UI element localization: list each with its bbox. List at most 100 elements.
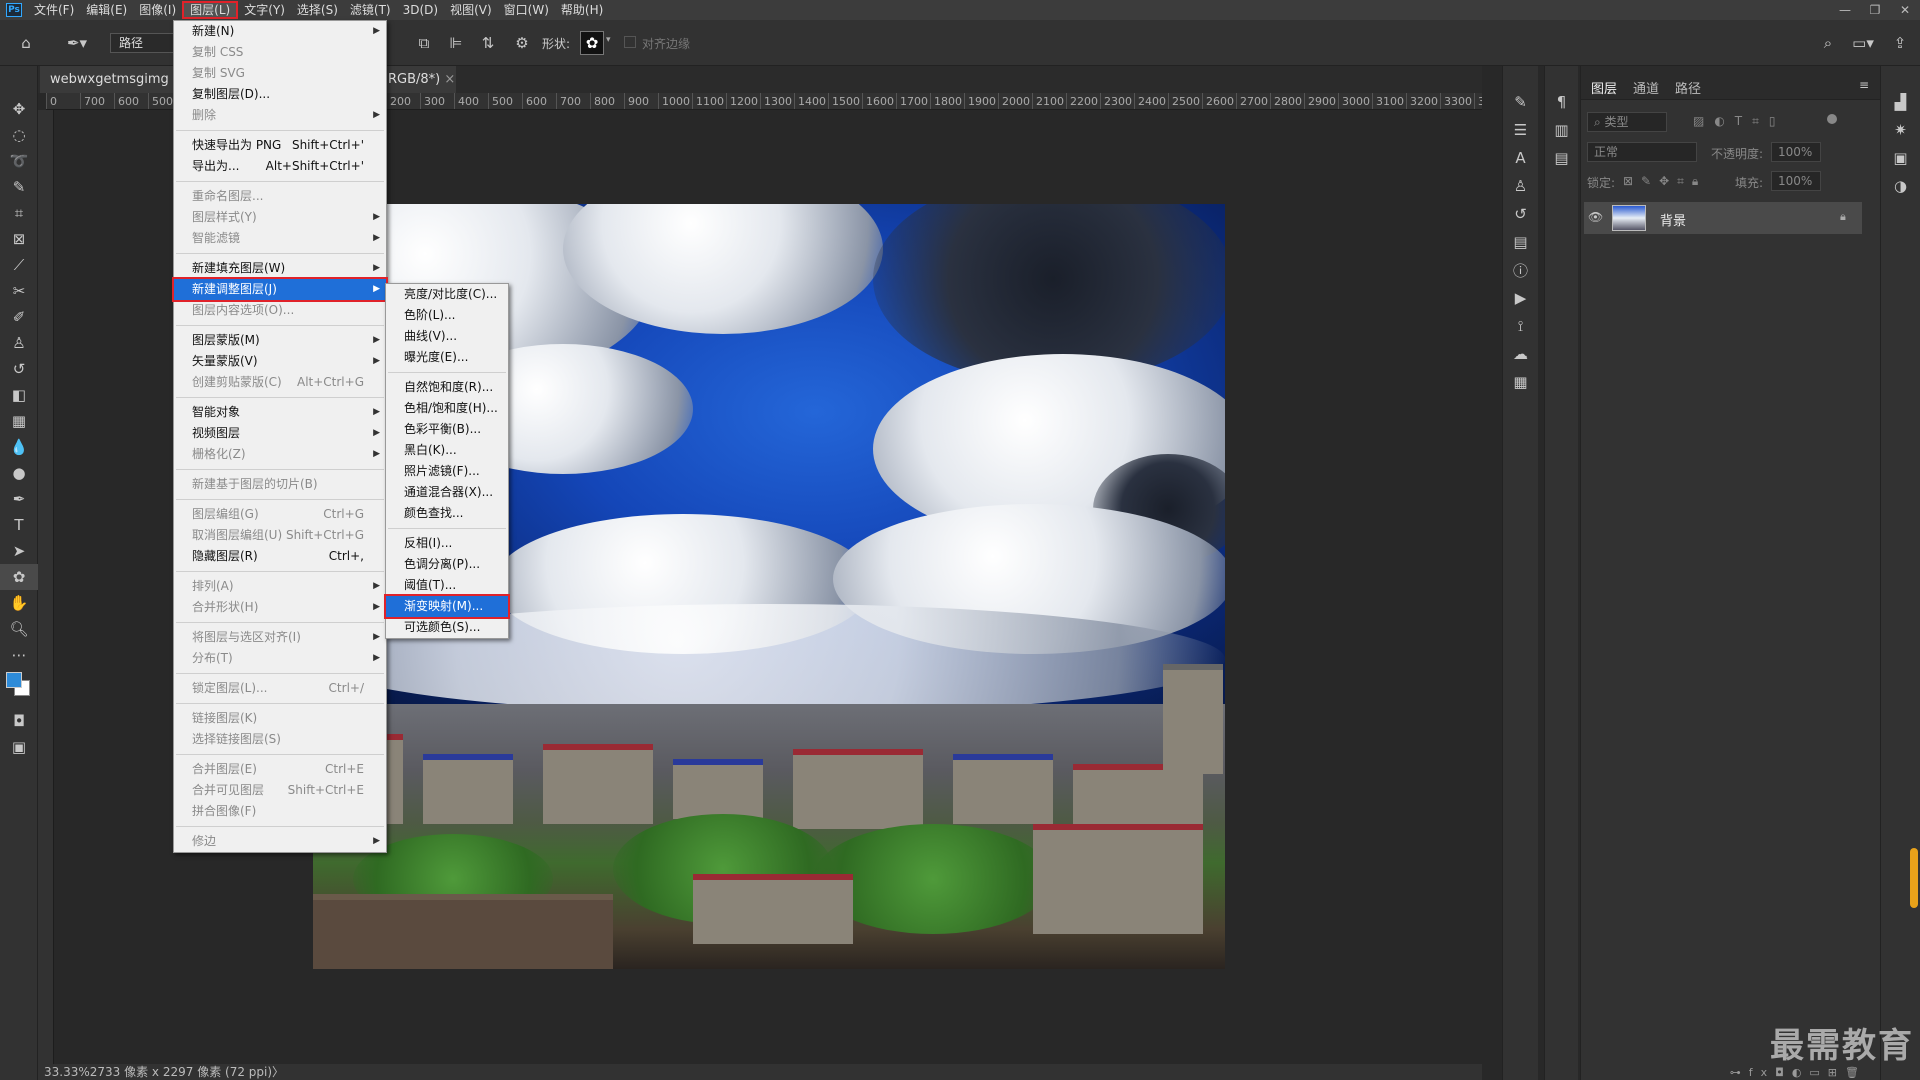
layer_menu-item[interactable]: 栅格化(Z) ▶ xyxy=(174,444,386,465)
menu-8[interactable]: 视图(V) xyxy=(444,1,498,19)
restore-button[interactable]: ❐ xyxy=(1860,0,1890,20)
layer_menu-item[interactable]: 分布(T) ▶ xyxy=(174,648,386,669)
adjust_submenu-item[interactable]: 阈值(T)... xyxy=(386,575,508,596)
quick-select-tool-icon[interactable]: ✎ xyxy=(0,174,38,200)
character-icon[interactable]: A xyxy=(1503,144,1538,172)
brush-tool-icon[interactable]: ✐ xyxy=(0,304,38,330)
color-swatches[interactable] xyxy=(0,668,37,708)
layer_menu-item[interactable]: 图层编组(G) Ctrl+G xyxy=(174,504,386,525)
layer_menu-item[interactable]: 将图层与选区对齐(I) ▶ xyxy=(174,627,386,648)
layer_menu-item[interactable]: 合并可见图层 Shift+Ctrl+E xyxy=(174,780,386,801)
crop-tool-icon[interactable]: ⌗ xyxy=(0,200,38,226)
layer_menu-item[interactable]: 选择链接图层(S) xyxy=(174,729,386,750)
adjust_submenu-item[interactable]: 反相(I)... xyxy=(386,533,508,554)
actions-icon[interactable]: ▶ xyxy=(1503,284,1538,312)
history-icon[interactable]: ↺ xyxy=(1503,200,1538,228)
panel-menu-icon[interactable]: ≡ xyxy=(1859,78,1869,92)
adjust_submenu-item[interactable]: 曲线(V)... xyxy=(386,326,508,347)
layer_menu-item[interactable]: 锁定图层(L)... Ctrl+/ xyxy=(174,678,386,699)
eyedropper-tool-icon[interactable]: ⟋ xyxy=(0,252,38,278)
workspace-icon[interactable]: ▭▾ xyxy=(1848,32,1878,54)
screen-mode-icon[interactable]: ▣ xyxy=(0,734,38,760)
filter-type-icons[interactable]: ▨◐T⌗▯ xyxy=(1693,114,1786,129)
menu-5[interactable]: 选择(S) xyxy=(291,1,344,19)
layer_menu-item[interactable]: 智能对象 ▶ xyxy=(174,402,386,423)
hand-tool-icon[interactable]: ✋ xyxy=(0,590,38,616)
adjust_submenu-item[interactable]: 色相/饱和度(H)... xyxy=(386,398,508,419)
layer-actions[interactable]: ⊶fx◘◐▭⊞🗑︎ xyxy=(1581,1066,1881,1080)
table-icon[interactable]: ▦ xyxy=(1503,368,1538,396)
tab-paths[interactable]: 路径 xyxy=(1675,78,1701,97)
zoom-tool-icon[interactable]: 🔍︎ xyxy=(0,616,38,642)
marquee-tool-icon[interactable]: ◌ xyxy=(0,122,38,148)
blur-tool-icon[interactable]: 💧 xyxy=(0,434,38,460)
layer_menu-item[interactable]: 图层蒙版(M) ▶ xyxy=(174,330,386,351)
layer_menu-item[interactable]: 新建基于图层的切片(B) xyxy=(174,474,386,495)
info-icon[interactable]: ⓘ xyxy=(1503,256,1538,284)
opacity-input[interactable]: 100% xyxy=(1771,142,1821,162)
adjust_submenu-item[interactable]: 照片滤镜(F)... xyxy=(386,461,508,482)
eye-icon[interactable]: 👁︎ xyxy=(1588,210,1603,224)
fill-input[interactable]: 100% xyxy=(1771,171,1821,191)
lasso-tool-icon[interactable]: ➰ xyxy=(0,148,38,174)
frame-tool-icon[interactable]: ⊠ xyxy=(0,226,38,252)
adjust_submenu-item[interactable]: 色彩平衡(B)... xyxy=(386,419,508,440)
menu-10[interactable]: 帮助(H) xyxy=(555,1,609,19)
eraser-tool-icon[interactable]: ◧ xyxy=(0,382,38,408)
layer_menu-item[interactable]: 新建填充图层(W) ▶ xyxy=(174,258,386,279)
adjust_submenu-item[interactable]: 渐变映射(M)... xyxy=(384,594,510,619)
notes-icon[interactable]: ▤ xyxy=(1545,144,1578,172)
filter-toggle-icon[interactable] xyxy=(1827,114,1837,124)
layer_menu-item[interactable]: 复制图层(D)... xyxy=(174,84,386,105)
adjust_submenu-item[interactable]: 可选颜色(S)... xyxy=(386,617,508,638)
dodge-tool-icon[interactable]: ● xyxy=(0,460,38,486)
pen-tool-icon[interactable]: ✒ xyxy=(0,486,38,512)
pen-tool-preset-icon[interactable]: ✒▾ xyxy=(60,32,94,54)
layer_menu-item[interactable]: 矢量蒙版(V) ▶ xyxy=(174,351,386,372)
path-mode-select[interactable]: 路径 xyxy=(110,33,180,53)
layer_menu-item[interactable]: 修边 ▶ xyxy=(174,831,386,852)
layer_menu-item[interactable]: 链接图层(K) xyxy=(174,708,386,729)
gear-icon[interactable]: ⚙ xyxy=(512,32,532,54)
gradient-tool-icon[interactable]: ▦ xyxy=(0,408,38,434)
path-arrangement-icon[interactable]: ⇅ xyxy=(478,32,498,54)
adjustments-icon[interactable]: ☰ xyxy=(1503,116,1538,144)
custom-shape-tool-icon[interactable]: ✿ xyxy=(0,564,38,590)
lock-icons[interactable]: ⊠✎✥⌗🔒︎ xyxy=(1623,174,1706,189)
properties-icon[interactable]: ▤ xyxy=(1503,228,1538,256)
layer_menu-item[interactable]: 图层内容选项(O)... xyxy=(174,300,386,321)
menu-6[interactable]: 滤镜(T) xyxy=(344,1,397,19)
scroll-indicator[interactable] xyxy=(1910,848,1918,908)
healing-tool-icon[interactable]: ✂ xyxy=(0,278,38,304)
layer_menu-item[interactable]: 复制 CSS xyxy=(174,42,386,63)
layer-row-background[interactable]: 👁︎ 背景 🔒︎ xyxy=(1584,202,1862,234)
adjust_submenu-item[interactable]: 亮度/对比度(C)... xyxy=(386,284,508,305)
path-select-tool-icon[interactable]: ➤ xyxy=(0,538,38,564)
path-alignment-icon[interactable]: ⊫ xyxy=(446,32,466,54)
home-icon[interactable]: ⌂ xyxy=(14,32,38,54)
menu-9[interactable]: 窗口(W) xyxy=(498,1,555,19)
layer_menu-item[interactable]: 重命名图层... xyxy=(174,186,386,207)
tab-close-icon[interactable]: × xyxy=(444,72,455,87)
move-tool-icon[interactable]: ✥ xyxy=(0,96,38,122)
layer_menu-item[interactable]: 隐藏图层(R) Ctrl+, xyxy=(174,546,386,567)
tab-layers[interactable]: 图层 xyxy=(1591,78,1617,97)
chevron-down-icon[interactable]: ▾ xyxy=(606,35,611,45)
libraries-icon[interactable]: ▥ xyxy=(1545,116,1578,144)
type-tool-icon[interactable]: T xyxy=(0,512,38,538)
adjust_submenu-item[interactable]: 黑白(K)... xyxy=(386,440,508,461)
swatches-icon[interactable]: ▣ xyxy=(1881,144,1920,172)
layer_menu-item[interactable]: 复制 SVG xyxy=(174,63,386,84)
layer_menu-item[interactable]: 取消图层编组(U) Shift+Ctrl+G xyxy=(174,525,386,546)
layer_menu-item[interactable]: 排列(A) ▶ xyxy=(174,576,386,597)
adjust_submenu-item[interactable]: 曝光度(E)... xyxy=(386,347,508,368)
align-edges-checkbox[interactable] xyxy=(624,36,636,48)
layer_menu-item[interactable]: 拼合图像(F) xyxy=(174,801,386,822)
stamp-tool-icon[interactable]: ♙ xyxy=(0,330,38,356)
menu-0[interactable]: 文件(F) xyxy=(28,1,80,19)
layer_menu-item[interactable]: 智能滤镜 ▶ xyxy=(174,228,386,249)
navigator-icon[interactable]: ✷ xyxy=(1881,116,1920,144)
layer_menu-item[interactable]: 快速导出为 PNG Shift+Ctrl+' xyxy=(174,135,386,156)
minimize-button[interactable]: — xyxy=(1830,0,1860,20)
menu-3[interactable]: 图层(L) xyxy=(182,1,239,19)
